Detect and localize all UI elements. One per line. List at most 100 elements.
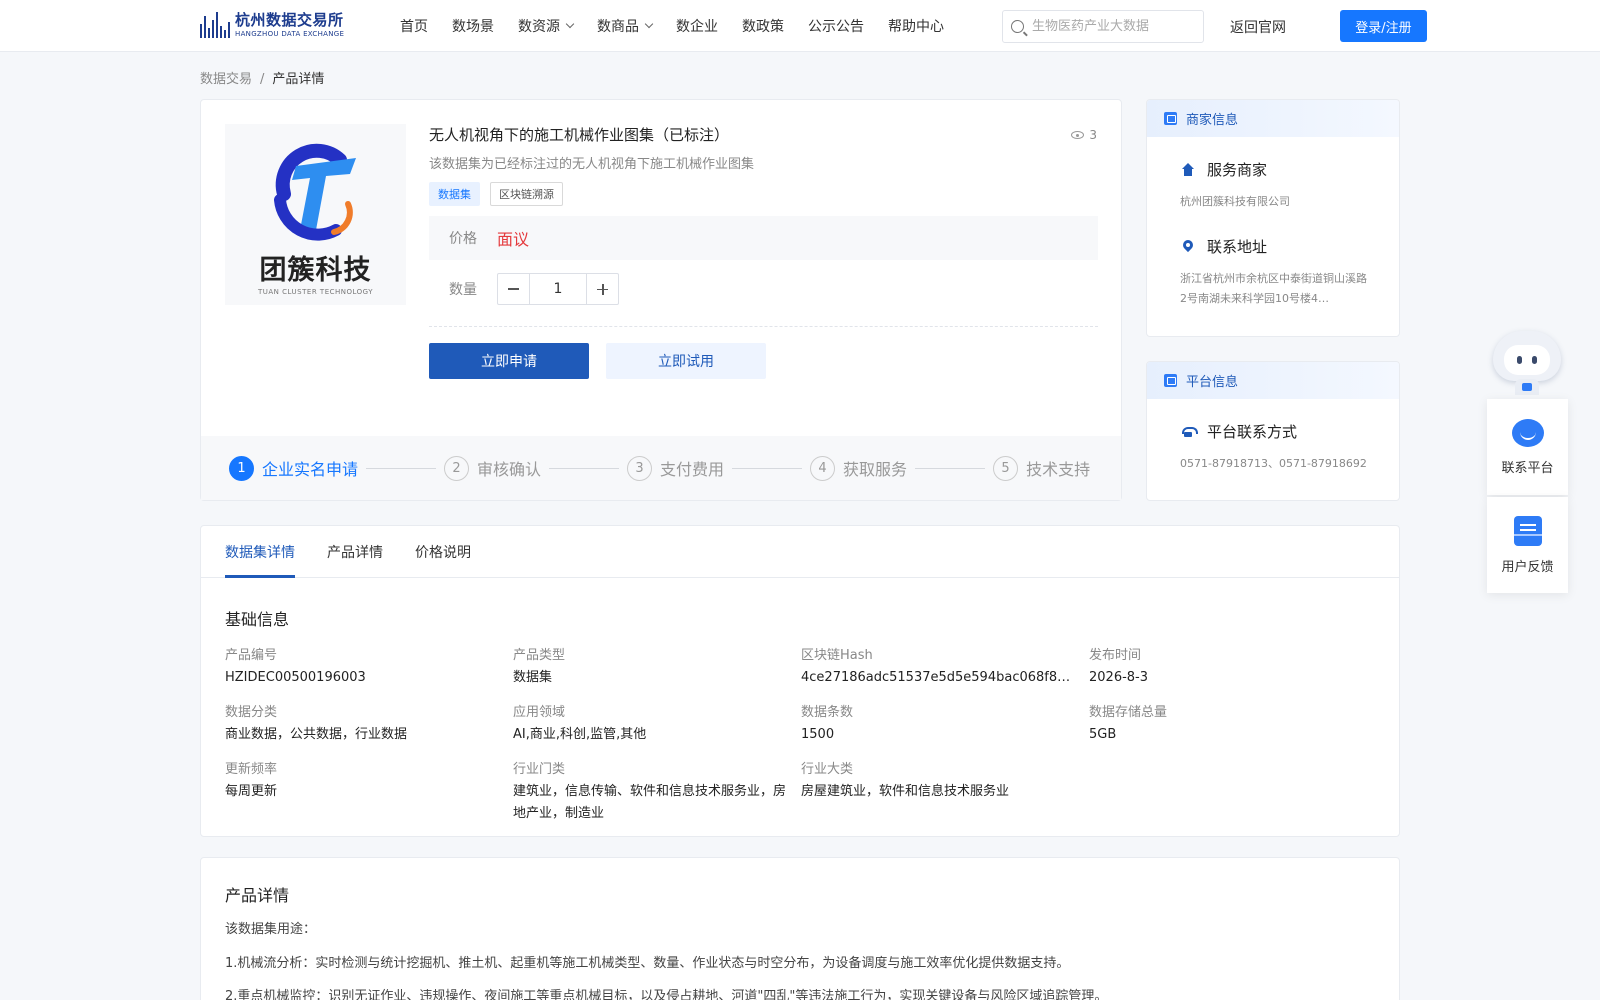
try-now-button[interactable]: 立即试用 bbox=[606, 343, 766, 379]
product-image: 团簇科技 TUAN CLUSTER TECHNOLOGY bbox=[225, 124, 406, 305]
view-count-value: 3 bbox=[1089, 128, 1097, 142]
house-icon bbox=[1181, 162, 1195, 177]
logo-title: 杭州数据交易所 bbox=[235, 10, 344, 29]
step-5: 5 技术支持 bbox=[993, 455, 1090, 481]
tab-price-info[interactable]: 价格说明 bbox=[415, 526, 471, 577]
platform-contact-title: 平台联系方式 bbox=[1181, 421, 1399, 442]
merchant-info-header: 商家信息 bbox=[1147, 100, 1399, 137]
info-data-category: 数据分类 商业数据，公共数据，行业数据 bbox=[225, 705, 408, 742]
product-detail-title: 产品详情 bbox=[225, 886, 290, 905]
step-connector bbox=[732, 467, 803, 469]
merchant-address: 浙江省杭州市余杭区中泰街道铜山溪路2号南湖未来科学园10号楼4… bbox=[1180, 272, 1367, 305]
phone-icon bbox=[1181, 425, 1198, 439]
price-label: 价格 bbox=[449, 231, 477, 247]
step-4: 4 获取服务 bbox=[810, 455, 907, 481]
monitor-icon bbox=[1164, 374, 1177, 387]
usage-item-2: 2.重点机械监控：识别无证作业、违规操作、夜间施工等重点机械目标，以及侵占耕地、… bbox=[225, 989, 1108, 1000]
feedback-icon bbox=[1513, 515, 1542, 546]
info-industry-section: 行业门类 建筑业，信息传输、软件和信息技术服务业，房地产业，制造业 bbox=[513, 762, 787, 821]
basic-info-title: 基础信息 bbox=[225, 610, 290, 629]
customer-service-icon bbox=[1511, 418, 1544, 447]
apply-now-button[interactable]: 立即申请 bbox=[429, 343, 589, 379]
top-header: 杭州数据交易所 HANGZHOU DATA EXCHANGE 首页 数场景 数资… bbox=[0, 0, 1600, 52]
tag-blockchain: 区块链溯源 bbox=[490, 182, 563, 206]
usage-intro: 该数据集用途： bbox=[225, 922, 317, 937]
step-connector bbox=[549, 467, 620, 469]
step-3: 3 支付费用 bbox=[627, 455, 724, 481]
basic-info-grid: 产品编号 HZIDEC00500196003 产品类型 数据集 区块链Hash 4ce… bbox=[225, 645, 1375, 825]
breadcrumb-current: 产品详情 bbox=[272, 72, 325, 87]
site-logo[interactable]: 杭州数据交易所 HANGZHOU DATA EXCHANGE bbox=[200, 9, 365, 41]
merchant-name: 杭州团簇科技有限公司 bbox=[1180, 195, 1290, 208]
user-feedback-widget[interactable]: 用户反馈 bbox=[1487, 497, 1568, 593]
step-connector bbox=[366, 467, 437, 469]
login-register-button[interactable]: 登录/注册 bbox=[1340, 10, 1427, 42]
info-blockchain-hash: 区块链Hash 4ce27186adc51537e5d5e594bac068f83… bbox=[801, 648, 1076, 685]
main-nav: 首页 数场景 数资源 数商品 数企业 数政策 公示公告 帮助中心 bbox=[400, 0, 968, 52]
brand-logo-icon bbox=[273, 143, 356, 241]
info-update-frequency: 更新频率 每周更新 bbox=[225, 762, 278, 799]
merchant-info-panel: 商家信息 服务商家 杭州团簇科技有限公司 联系地址 浙江省杭州市余杭区中泰街道铜… bbox=[1146, 99, 1400, 337]
contact-platform-widget[interactable]: 联系平台 bbox=[1487, 399, 1568, 495]
quantity-input[interactable]: 1 bbox=[529, 274, 587, 304]
nav-help[interactable]: 帮助中心 bbox=[888, 16, 944, 36]
nav-policies[interactable]: 数政策 bbox=[742, 16, 784, 36]
quantity-stepper: 1 bbox=[497, 273, 619, 305]
product-tags: 数据集 区块链溯源 bbox=[429, 182, 563, 206]
search-input[interactable] bbox=[1032, 19, 1192, 34]
tab-product-detail[interactable]: 产品详情 bbox=[327, 526, 383, 577]
platform-phone-numbers: 0571-87918713、0571-87918692 bbox=[1180, 457, 1367, 470]
tab-dataset-detail[interactable]: 数据集详情 bbox=[225, 526, 295, 578]
info-product-code: 产品编号 HZIDEC00500196003 bbox=[225, 648, 366, 685]
tag-dataset: 数据集 bbox=[429, 182, 480, 206]
plus-icon bbox=[597, 283, 608, 295]
quantity-decrease-button[interactable] bbox=[498, 274, 529, 304]
location-pin-icon bbox=[1181, 240, 1195, 254]
store-icon bbox=[1164, 112, 1177, 125]
product-description-card: 产品详情 该数据集用途： 1.机械流分析：实时检测与统计挖掘机、推土机、起重机等… bbox=[200, 857, 1400, 1000]
info-publish-date: 发布时间 2026-8-3 bbox=[1089, 648, 1149, 685]
nav-resources[interactable]: 数资源 bbox=[518, 16, 575, 36]
breadcrumb-separator: / bbox=[260, 72, 265, 87]
platform-info-header: 平台信息 bbox=[1147, 362, 1399, 399]
assistant-robot-icon[interactable] bbox=[1487, 325, 1567, 397]
chevron-down-icon bbox=[565, 19, 575, 29]
logo-subtitle: HANGZHOU DATA EXCHANGE bbox=[235, 29, 345, 38]
nav-products[interactable]: 数商品 bbox=[597, 16, 654, 36]
product-description: 该数据集为已经标注过的无人机视角下施工机械作业图集 bbox=[429, 157, 755, 172]
step-connector bbox=[915, 467, 986, 469]
nav-home[interactable]: 首页 bbox=[400, 16, 428, 36]
platform-info-panel: 平台信息 平台联系方式 0571-87918713、0571-87918692 bbox=[1146, 361, 1400, 501]
dataset-detail-card: 数据集详情 产品详情 价格说明 基础信息 产品编号 HZIDEC005001960… bbox=[200, 525, 1400, 837]
search-box[interactable] bbox=[1002, 10, 1204, 43]
info-storage-total: 数据存储总量 5GB bbox=[1089, 705, 1168, 742]
back-to-official-link[interactable]: 返回官网 bbox=[1230, 17, 1286, 37]
product-summary-card: 团簇科技 TUAN CLUSTER TECHNOLOGY 无人机视角下的施工机械… bbox=[200, 99, 1122, 501]
price-row: 价格 面议 bbox=[429, 216, 1098, 260]
product-title: 无人机视角下的施工机械作业图集（已标注） bbox=[429, 126, 730, 144]
divider bbox=[429, 326, 1098, 327]
info-product-type: 产品类型 数据集 bbox=[513, 648, 566, 685]
usage-item-1: 1.机械流分析：实时检测与统计挖掘机、推土机、起重机等施工机械类型、数量、作业状… bbox=[225, 956, 1070, 971]
nav-enterprises[interactable]: 数企业 bbox=[676, 16, 718, 36]
breadcrumb-root[interactable]: 数据交易 bbox=[200, 72, 252, 87]
info-industry-division: 行业大类 房屋建筑业，软件和信息技术服务业 bbox=[801, 762, 1010, 799]
nav-announcements[interactable]: 公示公告 bbox=[808, 16, 864, 36]
logo-bars-icon bbox=[200, 12, 230, 38]
quantity-row: 数量 1 bbox=[449, 273, 619, 305]
view-count: 3 bbox=[1071, 128, 1097, 142]
contact-address-title: 联系地址 bbox=[1181, 236, 1399, 257]
process-steps: 1 企业实名申请 2 审核确认 3 支付费用 4 获取服务 5 技术支持 bbox=[201, 436, 1121, 500]
info-application-field: 应用领域 AI,商业,科创,监管,其他 bbox=[513, 705, 647, 742]
price-value: 面议 bbox=[497, 230, 530, 249]
search-icon[interactable] bbox=[1011, 20, 1024, 33]
nav-scenes[interactable]: 数场景 bbox=[452, 16, 494, 36]
service-merchant-title: 服务商家 bbox=[1181, 159, 1399, 180]
brand-name: 团簇科技 bbox=[259, 254, 372, 286]
eye-icon bbox=[1071, 131, 1085, 139]
info-record-count: 数据条数 1500 bbox=[801, 705, 854, 742]
step-1: 1 企业实名申请 bbox=[229, 455, 358, 481]
quantity-increase-button[interactable] bbox=[587, 274, 618, 304]
breadcrumb: 数据交易 / 产品详情 bbox=[200, 68, 324, 87]
quantity-label: 数量 bbox=[449, 282, 477, 298]
